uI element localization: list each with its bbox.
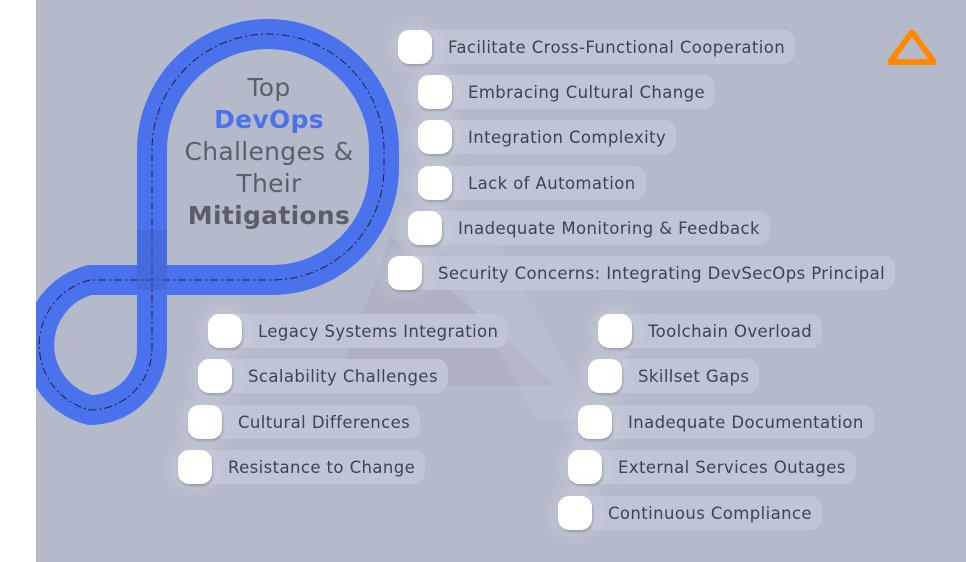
list-item: Resistance to Change (178, 450, 426, 484)
bullet-icon (578, 405, 612, 439)
item-pill: Resistance to Change (180, 450, 426, 484)
bullet-icon (208, 314, 242, 348)
item-label: Lack of Automation (468, 173, 636, 193)
bullet-icon (568, 450, 602, 484)
bullet-icon (418, 120, 452, 154)
list-item: Continuous Compliance (558, 496, 822, 530)
infographic-canvas: Top DevOps Challenges & Their Mitigation… (36, 0, 966, 562)
item-label: Integration Complexity (468, 127, 667, 147)
bullet-icon (388, 256, 422, 290)
title-line-their: Their (236, 169, 302, 198)
item-label: Inadequate Documentation (628, 412, 864, 432)
page-title: Top DevOps Challenges & Their Mitigation… (164, 72, 374, 232)
list-item: Embracing Cultural Change (418, 75, 716, 109)
bullet-icon (408, 211, 442, 245)
item-pill: Inadequate Documentation (580, 405, 874, 439)
title-line-mitigations: Mitigations (187, 201, 351, 230)
title-line-challenges: Challenges & (184, 137, 354, 166)
list-item: Facilitate Cross-Functional Cooperation (398, 30, 796, 64)
bullet-icon (418, 166, 452, 200)
bullet-icon (178, 450, 212, 484)
item-pill: Embracing Cultural Change (420, 75, 716, 109)
item-label: Scalability Challenges (248, 366, 438, 386)
list-item: Cultural Differences (188, 405, 421, 439)
list-item: Legacy Systems Integration (208, 314, 509, 348)
item-pill: Lack of Automation (420, 166, 646, 200)
item-label: Facilitate Cross-Functional Cooperation (448, 37, 786, 57)
item-label: External Services Outages (618, 457, 846, 477)
item-pill: External Services Outages (570, 450, 856, 484)
bullet-icon (588, 359, 622, 393)
item-label: Embracing Cultural Change (468, 82, 706, 102)
item-label: Inadequate Monitoring & Feedback (458, 218, 760, 238)
list-item: Skillset Gaps (588, 359, 760, 393)
list-item: Inadequate Monitoring & Feedback (408, 211, 770, 245)
item-pill: Integration Complexity (420, 120, 677, 154)
item-pill: Legacy Systems Integration (210, 314, 509, 348)
bullet-icon (398, 30, 432, 64)
item-pill: Toolchain Overload (600, 314, 823, 348)
item-pill: Scalability Challenges (200, 359, 448, 393)
item-pill: Inadequate Monitoring & Feedback (410, 211, 770, 245)
item-label: Resistance to Change (228, 457, 416, 477)
list-item: External Services Outages (568, 450, 856, 484)
item-label: Cultural Differences (238, 412, 411, 432)
bullet-icon (598, 314, 632, 348)
item-label: Continuous Compliance (608, 503, 812, 523)
item-pill: Security Concerns: Integrating DevSecOps… (390, 256, 896, 290)
list-item: Inadequate Documentation (578, 405, 874, 439)
bullet-icon (558, 496, 592, 530)
bullet-icon (198, 359, 232, 393)
item-pill: Cultural Differences (190, 405, 421, 439)
list-item: Scalability Challenges (198, 359, 448, 393)
list-item: Integration Complexity (418, 120, 677, 154)
item-pill: Continuous Compliance (560, 496, 822, 530)
item-pill: Facilitate Cross-Functional Cooperation (400, 30, 796, 64)
title-line-top: Top (247, 73, 291, 102)
bullet-icon (188, 405, 222, 439)
list-item: Security Concerns: Integrating DevSecOps… (388, 256, 896, 290)
bullet-icon (418, 75, 452, 109)
item-label: Legacy Systems Integration (258, 321, 499, 341)
triangle-logo-icon (888, 30, 936, 65)
title-line-devops: DevOps (214, 105, 324, 134)
item-label: Security Concerns: Integrating DevSecOps… (438, 263, 886, 283)
item-label: Skillset Gaps (638, 366, 750, 386)
list-item: Toolchain Overload (598, 314, 823, 348)
list-item: Lack of Automation (418, 166, 646, 200)
item-label: Toolchain Overload (648, 321, 813, 341)
